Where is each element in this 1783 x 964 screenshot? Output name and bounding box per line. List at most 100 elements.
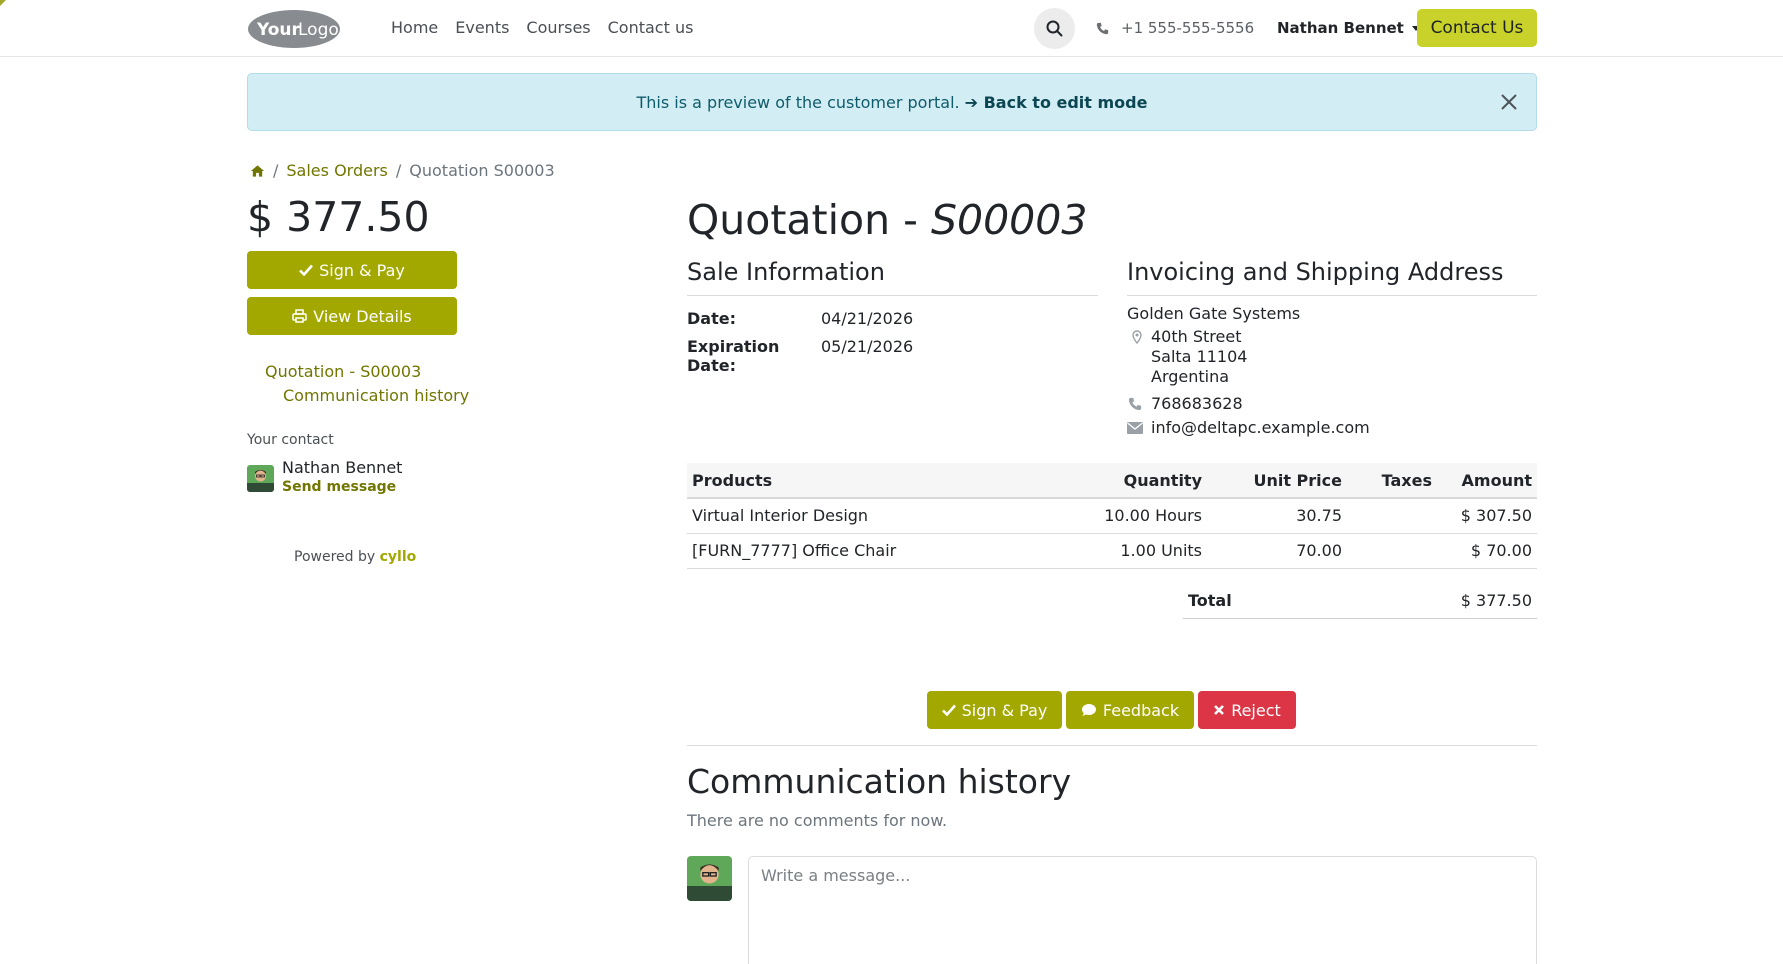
message-input[interactable] (748, 856, 1537, 964)
envelope-icon (1127, 422, 1143, 434)
user-dropdown[interactable]: Nathan Bennet (1277, 19, 1420, 37)
communication-heading: Communication history (687, 762, 1072, 801)
row-unit-price: 70.00 (1207, 533, 1347, 569)
total-value: $ 377.50 (1460, 591, 1532, 610)
nav-contact-us[interactable]: Contact us (608, 18, 694, 37)
address-city: Salta 11104 (1151, 347, 1248, 366)
expiration-value: 05/21/2026 (821, 337, 914, 356)
no-comments-text: There are no comments for now. (687, 811, 948, 830)
col-taxes: Taxes (1347, 463, 1437, 499)
contact-name: Nathan Bennet (282, 458, 403, 477)
company-logo[interactable]: Your Logo (247, 9, 341, 49)
search-icon (1046, 20, 1063, 37)
date-label: Date: (687, 309, 736, 328)
back-to-edit-link[interactable]: ➔ Back to edit mode (965, 93, 1148, 112)
reject-button[interactable]: Reject (1198, 691, 1296, 729)
page-title: Quotation - S00003 (687, 196, 1087, 244)
nav-courses[interactable]: Courses (526, 18, 590, 37)
row-product: [FURN_7777] Office Chair (687, 533, 1087, 569)
title-prefix: Quotation - (687, 196, 931, 244)
comment-icon (1081, 704, 1096, 716)
col-quantity: Quantity (1087, 463, 1207, 499)
row-amount: $ 70.00 (1437, 533, 1537, 569)
sidebar-sign-pay-label: Sign & Pay (319, 260, 405, 280)
corner-marker (0, 0, 6, 6)
row-taxes (1347, 498, 1437, 534)
home-icon[interactable] (250, 164, 265, 178)
times-icon (1214, 705, 1225, 715)
table-row: Virtual Interior Design 10.00 Hours 30.7… (687, 498, 1537, 534)
sidebar-sign-pay-button[interactable]: Sign & Pay (247, 251, 457, 289)
powered-by-brand[interactable]: cyllo (380, 549, 417, 565)
address-company: Golden Gate Systems (1127, 304, 1301, 323)
phone-icon (1128, 397, 1142, 411)
check-icon (941, 704, 956, 716)
breadcrumb-separator: / (395, 161, 402, 180)
row-quantity: 1.00 Units (1087, 533, 1207, 569)
top-navbar: Your Logo Home Events Courses Contact us… (0, 0, 1783, 57)
main-nav: Home Events Courses Contact us (391, 18, 693, 37)
quotation-amount: $ 377.50 (247, 193, 430, 241)
check-icon (299, 264, 314, 276)
col-unit-price: Unit Price (1207, 463, 1347, 499)
breadcrumb-separator: / (273, 161, 279, 180)
feedback-label: Feedback (1102, 700, 1180, 720)
col-amount: Amount (1437, 463, 1537, 499)
total-row: Total $ 377.50 (1183, 583, 1537, 619)
row-amount: $ 307.50 (1437, 498, 1537, 534)
address-country: Argentina (1151, 367, 1230, 386)
table-header-row: Products Quantity Unit Price Taxes Amoun… (687, 463, 1537, 499)
table-row: [FURN_7777] Office Chair 1.00 Units 70.0… (687, 533, 1537, 569)
your-contact-label: Your contact (247, 432, 334, 448)
printer-icon (292, 309, 307, 323)
preview-alert: This is a preview of the customer portal… (247, 73, 1537, 131)
address-heading: Invoicing and Shipping Address (1127, 258, 1537, 296)
user-avatar (687, 856, 732, 901)
contact-avatar (247, 465, 274, 492)
user-name: Nathan Bennet (1277, 19, 1404, 37)
col-products: Products (687, 463, 1087, 499)
row-quantity: 10.00 Hours (1087, 498, 1207, 534)
toc-communication-link[interactable]: Communication history (283, 386, 469, 405)
reject-label: Reject (1231, 700, 1281, 720)
powered-by-label: Powered by (294, 549, 376, 565)
address-email[interactable]: info@deltapc.example.com (1151, 418, 1370, 438)
section-divider (687, 745, 1537, 746)
feedback-button[interactable]: Feedback (1066, 691, 1194, 729)
breadcrumb-sales-orders[interactable]: Sales Orders (286, 161, 387, 180)
address-phone: 768683628 (1151, 394, 1243, 413)
nav-events[interactable]: Events (455, 18, 509, 37)
breadcrumb: / Sales Orders / Quotation S00003 (250, 161, 555, 180)
view-details-button[interactable]: View Details (247, 297, 457, 335)
expiration-label: Expiration Date: (687, 337, 780, 375)
map-marker-icon (1132, 330, 1142, 344)
row-product: Virtual Interior Design (687, 498, 1087, 534)
row-unit-price: 30.75 (1207, 498, 1347, 534)
phone-number: +1 555-555-5556 (1121, 19, 1255, 37)
date-value: 04/21/2026 (821, 309, 914, 328)
send-message-link[interactable]: Send message (282, 479, 396, 495)
alert-message: This is a preview of the customer portal… (636, 92, 960, 112)
date-row: Date: 04/21/2026 (687, 309, 913, 328)
sign-pay-button[interactable]: Sign & Pay (927, 691, 1062, 729)
breadcrumb-current: Quotation S00003 (409, 161, 555, 180)
svg-text:Logo: Logo (298, 20, 339, 40)
address-street: 40th Street (1151, 327, 1242, 346)
search-button[interactable] (1034, 8, 1075, 49)
sale-info-heading: Sale Information (687, 258, 1098, 296)
order-lines-table: Products Quantity Unit Price Taxes Amoun… (687, 463, 1537, 569)
expiration-row: Expiration Date: 05/21/2026 (687, 337, 913, 375)
total-label: Total (1188, 591, 1232, 610)
row-taxes (1347, 533, 1437, 569)
nav-home[interactable]: Home (391, 18, 438, 37)
svg-text:Your: Your (256, 20, 301, 40)
powered-by: Powered by cyllo (294, 549, 416, 565)
contact-us-button[interactable]: Contact Us (1417, 9, 1537, 47)
toc-quotation-link[interactable]: Quotation - S00003 (265, 362, 421, 381)
close-icon[interactable] (1499, 92, 1519, 112)
sign-pay-label: Sign & Pay (961, 700, 1048, 720)
view-details-label: View Details (313, 306, 412, 326)
title-reference: S00003 (930, 196, 1088, 244)
phone-icon (1096, 22, 1109, 34)
header-phone[interactable]: +1 555-555-5556 (1096, 19, 1254, 37)
